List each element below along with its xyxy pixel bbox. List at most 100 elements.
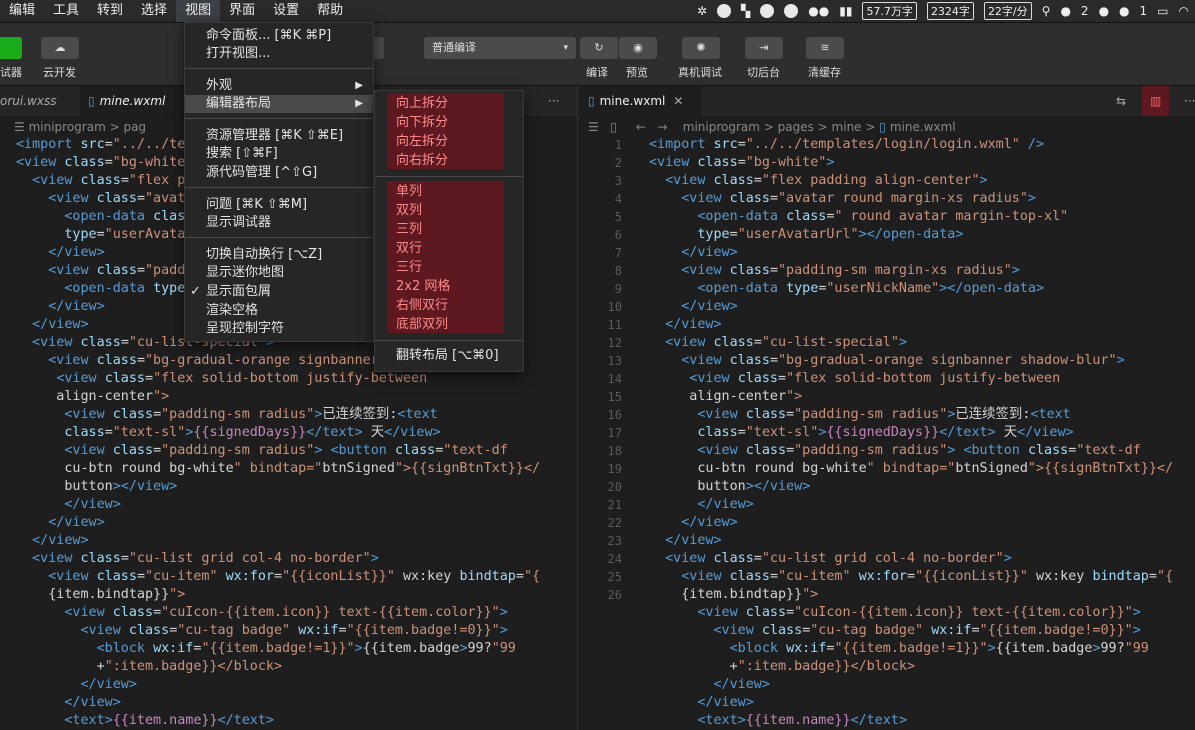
code-line[interactable]: </view> (649, 496, 1173, 514)
menu-select[interactable]: 选择 (132, 0, 176, 22)
code-line[interactable]: <view class="padding-sm radius">已连续签到:<t… (16, 406, 540, 424)
send-icon[interactable] (784, 4, 799, 18)
stats-icon[interactable]: ▮▮ (839, 4, 852, 18)
menu-item-control-chars[interactable]: 呈现控制字符 (185, 320, 373, 338)
code-line[interactable]: <view class="flex solid-bottom justify-b… (649, 370, 1173, 388)
split-view-icon[interactable]: ☰ (14, 120, 29, 134)
layout-split-right[interactable]: 向右拆分 (396, 152, 448, 170)
menu-interface[interactable]: 界面 (220, 0, 264, 22)
code-line[interactable]: align-center"> (16, 388, 540, 406)
qq-icon[interactable]: ● (1099, 4, 1109, 18)
code-line[interactable]: <block wx:if="{{item.badge!=1}}">{{item.… (649, 640, 1173, 658)
code-line[interactable]: <view class="cu-list grid col-4 no-borde… (16, 550, 540, 568)
wechat-icon[interactable]: ●● (808, 4, 829, 18)
menu-help[interactable]: 帮助 (308, 0, 352, 22)
code-line[interactable]: <view class="flex solid-bottom justify-b… (16, 370, 540, 388)
cloud-dev-button[interactable]: ☁ (41, 37, 79, 59)
real-debug-button[interactable]: ✺ (682, 37, 720, 59)
more-icon[interactable]: ··· (540, 86, 567, 116)
preview-button[interactable]: ◉ (619, 37, 657, 59)
code-line[interactable]: {item.bindtap}}"> (649, 586, 1173, 604)
menu-edit[interactable]: 编辑 (0, 0, 44, 22)
tray-app-icon[interactable] (717, 4, 732, 18)
grid-icon[interactable]: ▚ (741, 4, 750, 18)
menu-item-breadcrumbs[interactable]: ✓ 显示面包屑 (185, 283, 373, 301)
split-editor-icon[interactable]: ▥ (1142, 86, 1170, 116)
tab-mine-wxml-left[interactable]: ▯ mine.wxml (80, 86, 196, 116)
menu-item-render-whitespace[interactable]: 渲染空格 (185, 302, 373, 320)
code-line[interactable]: </view> (16, 496, 540, 514)
compare-icon[interactable]: ⇆ (1108, 86, 1134, 116)
layout-split-down[interactable]: 向下拆分 (396, 114, 448, 132)
crumb-4[interactable]: mine.wxml (890, 120, 956, 134)
code-line[interactable]: </view> (649, 694, 1173, 712)
parking-icon[interactable] (760, 4, 775, 18)
layout-split-up[interactable]: 向上拆分 (396, 95, 448, 113)
code-line[interactable]: <view class="cu-item" wx:for="{{iconList… (16, 568, 540, 586)
qq-icon-2[interactable]: ● (1119, 4, 1129, 18)
code-line[interactable]: </view> (16, 514, 540, 532)
code-line[interactable]: </view> (16, 676, 540, 694)
code-line[interactable]: <view class="avatar round margin-xs radi… (649, 190, 1173, 208)
breadcrumb-path[interactable]: miniprogram > pag (29, 120, 146, 134)
menu-item-debugger[interactable]: 显示调试器 (185, 214, 373, 232)
code-line[interactable]: button></view> (16, 478, 540, 496)
code-line[interactable]: <view class="bg-white"> (649, 154, 1173, 172)
layout-bottom-two-columns[interactable]: 底部双列 (396, 316, 448, 334)
code-line[interactable]: <view class="cu-item" wx:for="{{iconList… (649, 568, 1173, 586)
user-icon[interactable]: ● (1060, 4, 1070, 18)
layout-two-columns[interactable]: 双列 (396, 202, 422, 220)
crumb-2[interactable]: pages (778, 120, 814, 134)
menu-item-word-wrap[interactable]: 切换自动换行 [⌥Z] (185, 246, 373, 264)
code-line[interactable]: cu-btn round bg-white" bindtap="btnSigne… (649, 460, 1173, 478)
code-line[interactable]: <text>{{item.name}}</text> (16, 712, 540, 730)
bookmark-icon[interactable]: ▯ (610, 120, 617, 134)
layout-flip[interactable]: 翻转布局 [⌥⌘0] (396, 347, 499, 365)
code-line[interactable]: </view> (649, 244, 1173, 262)
code-line[interactable]: <view class="padding-sm radius"> <button… (649, 442, 1173, 460)
code-line[interactable]: type="userAvatarUrl"></open-data> (649, 226, 1173, 244)
layout-right-two-rows[interactable]: 右侧双行 (396, 297, 448, 315)
code-line[interactable]: </view> (16, 532, 540, 550)
code-line[interactable]: </view> (649, 676, 1173, 694)
right-code-view[interactable]: <import src="../../templates/login/login… (649, 136, 1173, 730)
tab-orui-wxss[interactable]: orui.wxss (0, 86, 64, 116)
clear-cache-button[interactable]: ≋ (806, 37, 844, 59)
code-line[interactable]: </view> (649, 298, 1173, 316)
code-line[interactable]: </view> (16, 694, 540, 712)
background-button[interactable]: ⇥ (745, 37, 783, 59)
more-icon[interactable]: ··· (1176, 86, 1195, 116)
crumb-1[interactable]: miniprogram (683, 120, 760, 134)
code-line[interactable]: <view class="cu-list grid col-4 no-borde… (649, 550, 1173, 568)
menu-tools[interactable]: 工具 (44, 0, 88, 22)
layout-grid-2x2[interactable]: 2x2 网格 (396, 278, 450, 296)
back-arrow-icon[interactable]: ← (636, 120, 646, 134)
layout-single[interactable]: 单列 (396, 183, 422, 201)
menu-item-minimap[interactable]: 显示迷你地图 (185, 264, 373, 282)
code-line[interactable]: <view class="cu-list-special"> (649, 334, 1173, 352)
menu-item-search[interactable]: 搜索 [⇧⌘F] (185, 145, 373, 163)
simulator-button[interactable] (0, 37, 22, 59)
octopus-icon[interactable]: ✲ (697, 4, 707, 18)
forward-arrow-icon[interactable]: → (657, 120, 667, 134)
menu-view[interactable]: 视图 (176, 0, 221, 22)
code-line[interactable]: <view class="padding-sm radius">已连续签到:<t… (649, 406, 1173, 424)
code-line[interactable]: <view class="cu-tag badge" wx:if="{{item… (16, 622, 540, 640)
code-line[interactable]: <view class="bg-gradual-orange signbanne… (649, 352, 1173, 370)
search-icon[interactable]: ⚲ (1042, 4, 1051, 18)
code-line[interactable]: cu-btn round bg-white" bindtap="btnSigne… (16, 460, 540, 478)
code-line[interactable]: <view class="cuIcon-{{item.icon}} text-{… (649, 604, 1173, 622)
compile-mode-select[interactable]: 普通编译 ▾ (424, 37, 576, 59)
code-line[interactable]: <import src="../../templates/login/login… (649, 136, 1173, 154)
code-line[interactable]: <view class="cuIcon-{{item.icon}} text-{… (16, 604, 540, 622)
code-line[interactable]: class="text-sl">{{signedDays}}</text> 天<… (649, 424, 1173, 442)
code-line[interactable]: <view class="cu-tag badge" wx:if="{{item… (649, 622, 1173, 640)
code-line[interactable]: </view> (649, 514, 1173, 532)
code-line[interactable]: button></view> (649, 478, 1173, 496)
menu-item-explorer[interactable]: 资源管理器 [⌘K ⇧⌘E] (185, 127, 373, 145)
code-line[interactable]: <open-data type="userNickName"></open-da… (649, 280, 1173, 298)
menu-settings[interactable]: 设置 (264, 0, 308, 22)
layout-three-columns[interactable]: 三列 (396, 221, 422, 239)
menu-item-source-control[interactable]: 源代码管理 [^⇧G] (185, 164, 373, 182)
layout-split-left[interactable]: 向左拆分 (396, 133, 448, 151)
